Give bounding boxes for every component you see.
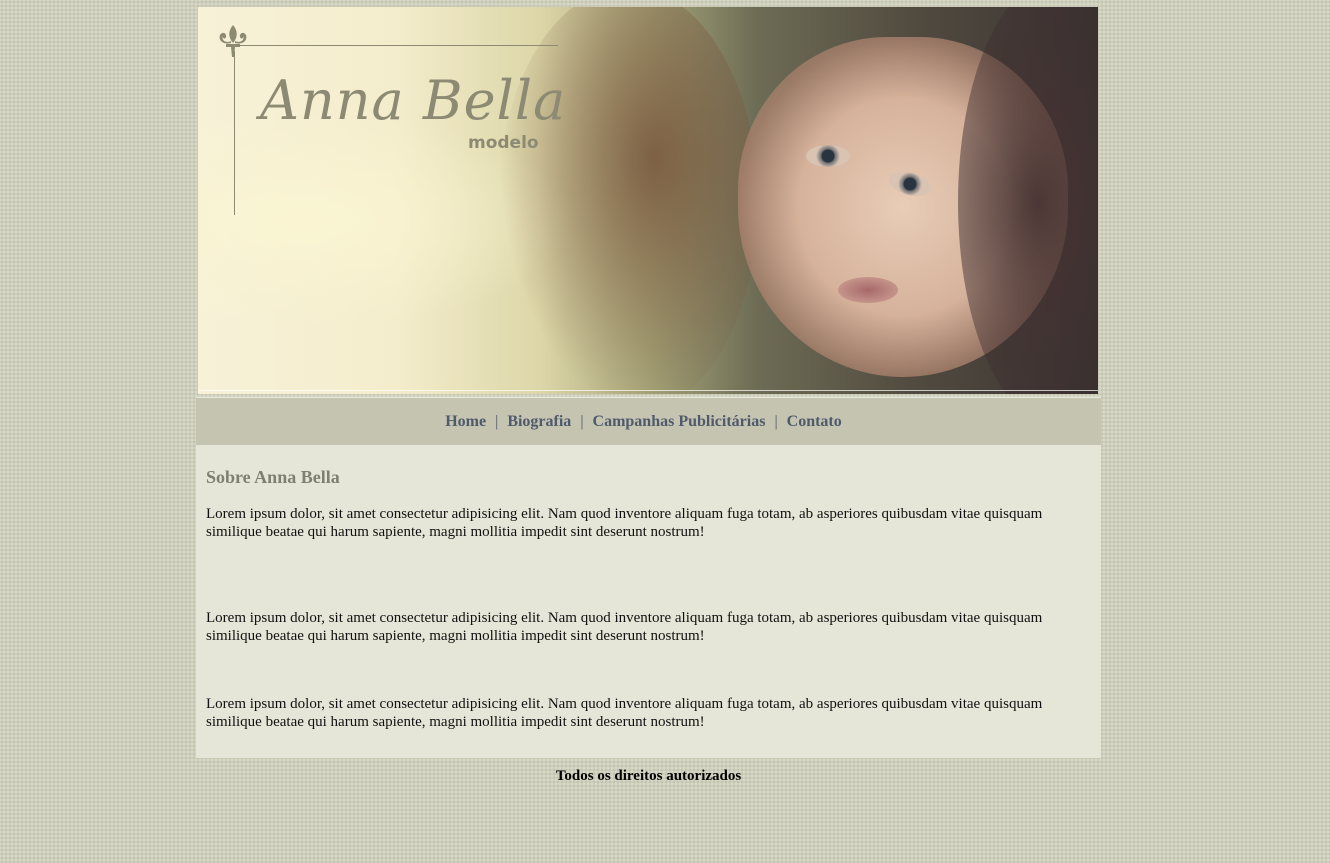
banner-photo-eye-left [806,145,850,167]
nav-link-campanhas[interactable]: Campanhas Publicitárias [593,413,766,431]
logo-title: Anna Bella [260,69,567,132]
banner-photo-lips [838,277,898,303]
content-paragraph: Lorem ipsum dolor, sit amet consectetur … [206,610,1043,644]
banner-bottom-line [198,390,1098,391]
logo-vertical-line [234,51,235,215]
banner-photo-hair-right [958,7,1098,394]
content-paragraph: Lorem ipsum dolor, sit amet consectetur … [206,696,1043,730]
nav-link-home[interactable]: Home [445,413,486,431]
logo-horizontal-line [234,45,558,46]
footer-copyright: Todos os direitos autorizados [555,768,742,784]
header-banner: Anna Bella modelo [198,7,1098,394]
page-container: Anna Bella modelo Home | Biografia | Cam… [196,0,1101,785]
content-paragraph: Lorem ipsum dolor, sit amet consectetur … [206,506,1043,540]
nav-separator: | [495,412,499,430]
main-content: Sobre Anna Bella Lorem ipsum dolor, sit … [196,445,1101,758]
fleur-de-lis-icon [219,25,247,57]
logo-subtitle: modelo [468,133,539,153]
nav-link-biografia[interactable]: Biografia [507,413,571,431]
main-navigation: Home | Biografia | Campanhas Publicitári… [196,397,1101,445]
nav-separator: | [580,412,584,430]
nav-separator: | [774,412,778,430]
banner-photo-hair-left [498,7,758,394]
section-heading: Sobre Anna Bella [206,467,340,487]
nav-link-contato[interactable]: Contato [787,413,842,431]
